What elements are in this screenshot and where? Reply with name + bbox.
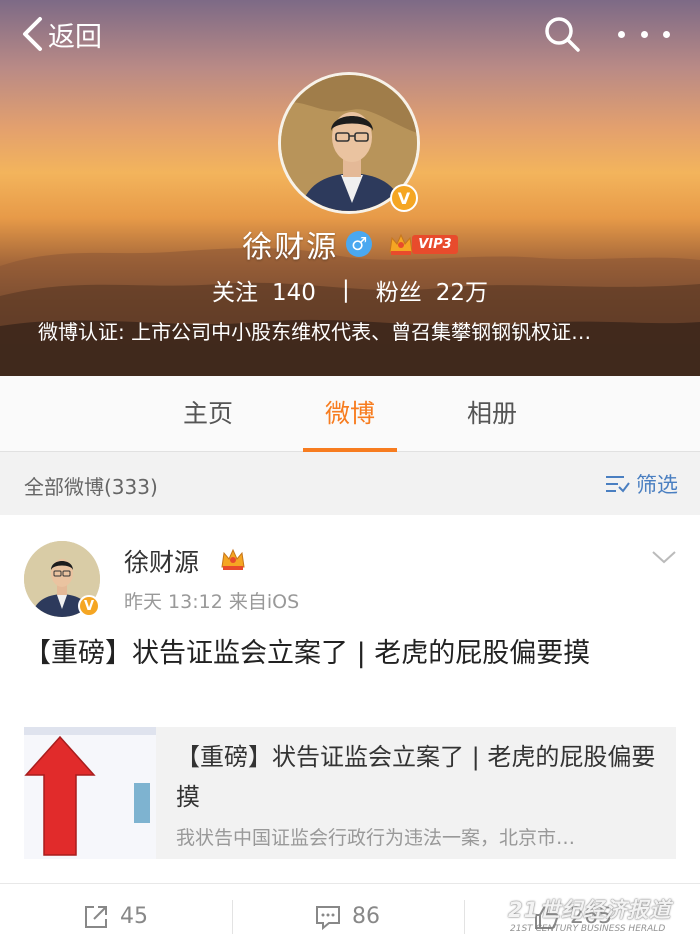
- back-button[interactable]: 返回: [20, 14, 102, 54]
- comment-button[interactable]: 86: [314, 884, 380, 948]
- comment-icon: [316, 905, 340, 930]
- action-divider: [232, 900, 233, 934]
- profile-tabs: 主页 微博 相册: [0, 376, 700, 452]
- more-button[interactable]: [618, 14, 670, 54]
- repost-count: 45: [120, 904, 148, 929]
- profile-name-row: 徐财源 ♂ VIP3: [0, 222, 700, 266]
- comment-count: 86: [352, 904, 380, 929]
- vip-badge[interactable]: VIP3: [388, 232, 458, 256]
- filter-button[interactable]: 筛选: [604, 469, 678, 499]
- followers-count: 22万: [435, 280, 488, 306]
- link-card[interactable]: 【重磅】状告证监会立案了 | 老虎的屁股偏要摸 我状告中国证监会行政行为违法一案…: [24, 727, 676, 859]
- tab-weibo[interactable]: 微博: [300, 376, 400, 452]
- link-card-title: 【重磅】状告证监会立案了 | 老虎的屁股偏要摸: [176, 743, 656, 811]
- post-verified-badge: V: [78, 595, 100, 617]
- post-author-name[interactable]: 徐财源: [124, 543, 199, 579]
- profile-name: 徐财源: [242, 230, 339, 265]
- follow-stats: 关注 140 | 粉丝 22万: [0, 272, 700, 308]
- weibo-post: V 徐财源 昨天 13:12 来自iOS 【重磅】状告证监会立案了 | 老虎的屁…: [0, 515, 700, 883]
- more-dots-icon: [618, 30, 625, 38]
- crown-icon: [389, 233, 413, 255]
- repost-icon: [85, 905, 107, 928]
- action-divider: [464, 900, 465, 934]
- top-bar: 返回: [0, 0, 700, 70]
- chevron-left-icon: [23, 17, 42, 51]
- post-count: 全部微博(333): [24, 475, 158, 499]
- link-card-description: 我状告中国证监会行政行为违法一案，北京市…: [176, 827, 576, 849]
- link-card-thumbnail: [24, 727, 156, 859]
- chevron-down-icon[interactable]: [650, 547, 678, 567]
- post-text: 【重磅】状告证监会立案了 | 老虎的屁股偏要摸: [24, 638, 591, 669]
- red-up-arrow-image: [24, 727, 156, 859]
- publisher-watermark: 21世纪经济报道 21ST CENTURY BUSINESS HERALD: [508, 894, 698, 938]
- active-tab-indicator: [303, 448, 397, 452]
- filter-icon: [606, 476, 630, 493]
- verification-text: 微博认证: 上市公司中小股东维权代表、曾召集攀钢钢钒权证…: [38, 320, 592, 344]
- followers-label: 粉丝: [375, 280, 422, 306]
- repost-button[interactable]: 45: [82, 884, 148, 948]
- post-meta: 昨天 13:12 来自iOS: [124, 591, 300, 613]
- crown-icon: [221, 548, 245, 570]
- watermark-cn: 21世纪经济报道: [508, 898, 672, 922]
- followers-stat[interactable]: 粉丝 22万: [376, 273, 488, 307]
- following-count: 140: [272, 280, 316, 306]
- back-label: 返回: [48, 21, 102, 53]
- filter-label: 筛选: [636, 473, 678, 497]
- following-label: 关注: [212, 280, 259, 306]
- following-stat[interactable]: 关注 140: [212, 273, 316, 307]
- tab-home[interactable]: 主页: [158, 376, 258, 452]
- profile-cover: 返回 V 徐财源 ♂ VIP3 关注 140 | 粉丝 22万 微博认证: 上市…: [0, 0, 700, 376]
- search-icon: [545, 17, 580, 52]
- search-button[interactable]: [542, 14, 582, 54]
- gender-male-icon: ♂: [346, 231, 373, 257]
- stat-separator: |: [341, 277, 350, 303]
- verified-badge: V: [390, 184, 418, 212]
- filter-bar: 全部微博(333) 筛选: [0, 453, 700, 515]
- tab-album[interactable]: 相册: [442, 376, 542, 452]
- watermark-en: 21ST CENTURY BUSINESS HERALD: [510, 924, 666, 934]
- vip-level: VIP3: [412, 234, 458, 254]
